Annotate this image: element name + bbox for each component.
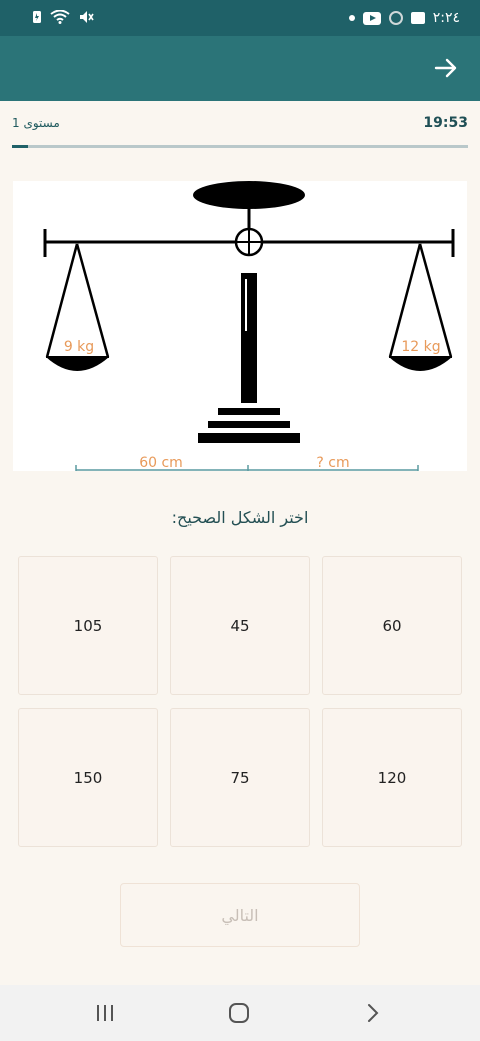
image-icon xyxy=(410,12,425,24)
right-distance-label: ? cm xyxy=(316,455,349,471)
progress-fill xyxy=(12,145,28,148)
scale-pillar xyxy=(241,273,257,403)
dot-icon xyxy=(348,15,355,21)
level-row: مستوى 1 19:53 xyxy=(12,112,468,134)
status-right: ٢:٢٤ xyxy=(348,10,460,26)
option-4[interactable]: 120 xyxy=(322,708,462,847)
option-1[interactable]: 60 xyxy=(322,556,462,695)
scale-base-step xyxy=(208,421,290,428)
scale-illustration: 9 kg 12 kg 60 cm ? cm xyxy=(13,181,467,471)
back-icon[interactable] xyxy=(358,999,388,1027)
status-bar: ٢:٢٤ xyxy=(0,0,480,36)
recents-icon[interactable] xyxy=(90,999,120,1027)
left-weight-label: 9 kg xyxy=(64,339,94,355)
status-time: ٢:٢٤ xyxy=(432,10,460,26)
next-button[interactable]: التالي xyxy=(120,883,360,947)
level-label: مستوى 1 xyxy=(12,116,60,130)
scale-top-disc xyxy=(193,181,305,209)
timer: 19:53 xyxy=(423,115,468,131)
option-2[interactable]: 45 xyxy=(170,556,310,695)
home-icon[interactable] xyxy=(224,999,254,1027)
battery-saver-icon xyxy=(32,10,42,27)
system-nav-bar xyxy=(0,985,480,1041)
mute-icon xyxy=(78,10,94,27)
question-text: اختر الشكل الصحيح: xyxy=(171,508,309,527)
option-6[interactable]: 150 xyxy=(18,708,158,847)
option-5[interactable]: 75 xyxy=(170,708,310,847)
youtube-icon xyxy=(362,11,381,25)
app-bar xyxy=(0,36,480,101)
right-pan xyxy=(389,357,452,371)
scale-base-step xyxy=(198,433,300,443)
ring-icon xyxy=(388,11,403,25)
options-grid: 60 45 105 120 75 150 xyxy=(18,556,462,848)
right-weight-label: 12 kg xyxy=(401,339,440,355)
left-pan xyxy=(46,357,109,371)
scale-base-step xyxy=(218,408,280,415)
left-distance-label: 60 cm xyxy=(139,455,183,471)
option-3[interactable]: 105 xyxy=(18,556,158,695)
status-left xyxy=(32,9,94,27)
wifi-icon xyxy=(50,9,70,27)
arrow-right-icon[interactable] xyxy=(432,54,460,82)
progress-bar xyxy=(12,145,468,148)
